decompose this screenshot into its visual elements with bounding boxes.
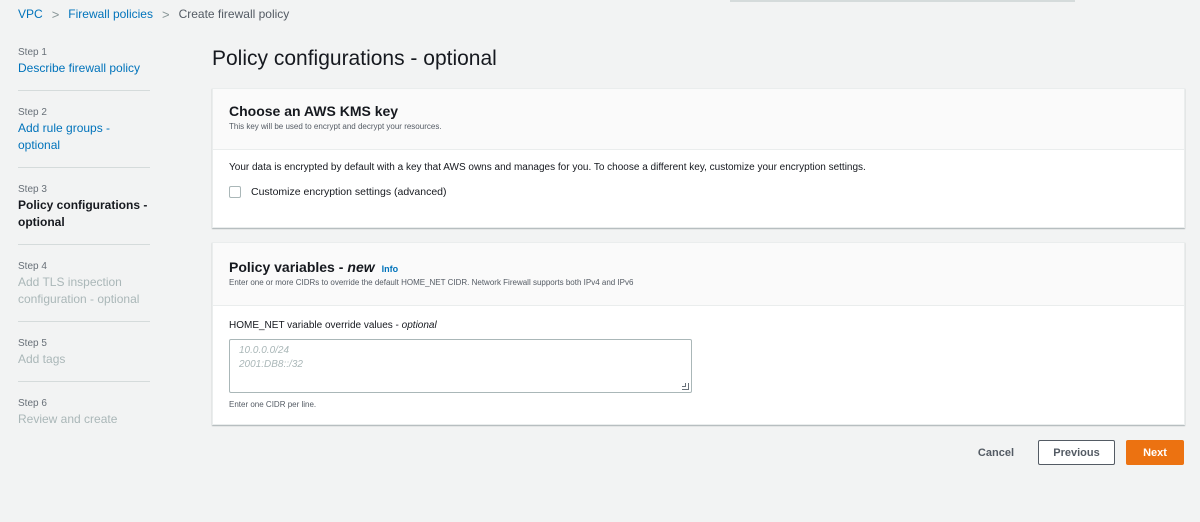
breadcrumb-current: Create firewall policy [178,7,290,21]
variables-panel-description: Enter one or more CIDRs to override the … [229,278,634,287]
step-label-tls-inspection: Add TLS inspection configuration - optio… [18,275,140,306]
encryption-info-text: Your data is encrypted by default with a… [229,162,866,173]
variables-panel-body: HOME_NET variable override values - opti… [213,306,1184,409]
step-number: Step 5 [18,338,47,349]
previous-button[interactable]: Previous [1038,440,1115,465]
customize-encryption-label[interactable]: Customize encryption settings (advanced) [251,186,447,198]
breadcrumb: VPC > Firewall policies > Create firewal… [18,6,289,22]
step-label-add-tags: Add tags [18,352,66,366]
home-net-override-textarea[interactable] [229,339,692,393]
kms-panel-title: Choose an AWS KMS key [229,103,399,119]
page-title: Policy configurations - optional [212,47,497,70]
step-number: Step 1 [18,47,47,58]
new-tag: new [347,259,375,275]
cancel-button[interactable]: Cancel [978,447,1014,459]
wizard-step-3: Step 3 Policy configurations - optional [18,183,150,245]
breadcrumb-firewall-policies-link[interactable]: Firewall policies [68,7,153,21]
resize-handle-icon[interactable] [682,383,689,390]
variables-title-text: Policy variables - [229,259,344,275]
wizard-steps: Step 1 Describe firewall policy Step 2 A… [18,46,150,456]
step-current-policy-configurations: Policy configurations - optional [18,198,148,229]
home-net-optional-text: optional [401,320,437,331]
wizard-step-5: Step 5 Add tags [18,337,150,382]
wizard-actions: Cancel Previous Next [978,440,1184,465]
info-link[interactable]: Info [382,264,399,274]
variables-panel-header: Policy variables - new Info Enter one or… [213,243,1184,306]
policy-variables-panel: Policy variables - new Info Enter one or… [212,242,1185,425]
step-number: Step 6 [18,398,47,409]
step-label-review-create: Review and create [18,412,118,426]
next-button[interactable]: Next [1126,440,1184,465]
variables-panel-title: Policy variables - new Info [229,259,1168,275]
top-bar-edge [730,0,1075,2]
home-net-field-label: HOME_NET variable override values - opti… [229,320,1168,331]
step-number: Step 3 [18,184,47,195]
kms-panel-header: Choose an AWS KMS key This key will be u… [213,89,1184,150]
step-link-describe-policy[interactable]: Describe firewall policy [18,60,150,77]
home-net-label-text: HOME_NET variable override values - [229,320,399,331]
step-number: Step 4 [18,261,47,272]
kms-panel-description: This key will be used to encrypt and dec… [229,122,442,131]
breadcrumb-vpc-link[interactable]: VPC [18,7,43,21]
customize-encryption-checkbox[interactable] [229,186,241,198]
breadcrumb-separator-icon: > [161,6,170,22]
home-net-textarea-wrapper: 10.0.0.0/24 2001:DB8::/32 [229,339,692,393]
customize-encryption-option[interactable]: Customize encryption settings (advanced) [229,186,1168,198]
wizard-step-2: Step 2 Add rule groups - optional [18,106,150,168]
breadcrumb-separator-icon: > [51,6,60,22]
wizard-step-4: Step 4 Add TLS inspection configuration … [18,260,150,322]
home-net-help-text: Enter one CIDR per line. [229,400,317,409]
kms-panel-body: Your data is encrypted by default with a… [213,150,1184,198]
step-link-add-rule-groups[interactable]: Add rule groups - optional [18,120,150,154]
kms-key-panel: Choose an AWS KMS key This key will be u… [212,88,1185,228]
wizard-step-6: Step 6 Review and create [18,397,150,441]
step-number: Step 2 [18,107,47,118]
wizard-step-1: Step 1 Describe firewall policy [18,46,150,91]
